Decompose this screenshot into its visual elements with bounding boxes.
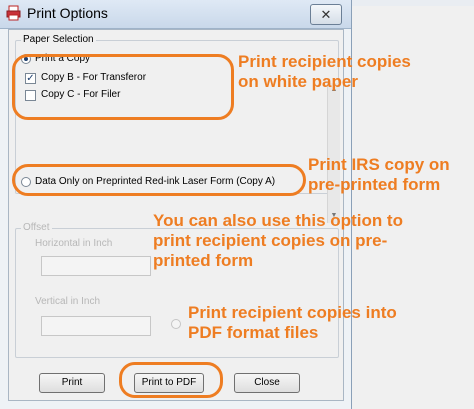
printer-app-icon	[6, 5, 21, 21]
callout-pdf: Print recipient copies into PDF format f…	[188, 303, 397, 343]
callout-line: Print recipient copies	[238, 52, 411, 71]
callout-line: You can also use this option to	[153, 211, 403, 230]
callout-line: pre-printed form	[308, 175, 441, 194]
offset-radio[interactable]	[171, 319, 181, 329]
callout-line: on white paper	[238, 72, 358, 91]
annotation-oval-print-pdf	[119, 362, 223, 398]
callout-irs-copy: Print IRS copy on pre-printed form	[308, 155, 450, 195]
callout-preprinted-option: You can also use this option to print re…	[153, 211, 403, 271]
window-title: Print Options	[27, 5, 108, 21]
horizontal-inch-input[interactable]	[41, 256, 151, 276]
horizontal-inch-label: Horizontal in Inch	[35, 238, 113, 249]
vertical-inch-input[interactable]	[41, 316, 151, 336]
callout-line: PDF format files	[188, 323, 319, 342]
vertical-inch-label: Vertical in Inch	[35, 296, 101, 307]
close-icon: ✕	[320, 7, 332, 22]
annotation-oval-print-copy	[12, 54, 234, 120]
callout-line: Print recipient copies into	[188, 303, 397, 322]
paper-selection-scrollbar[interactable]: ▲ ▼	[327, 83, 340, 223]
title-bar: Print Options ✕	[0, 0, 351, 29]
callout-white-paper: Print recipient copies on white paper	[238, 52, 411, 92]
window-close-button[interactable]: ✕	[310, 4, 342, 25]
callout-line: Print IRS copy on	[308, 155, 450, 174]
callout-line: print recipient copies on pre-	[153, 231, 388, 250]
print-button[interactable]: Print	[39, 373, 105, 393]
callout-line: printed form	[153, 251, 254, 270]
annotation-oval-data-only	[12, 164, 306, 196]
paper-selection-label: Paper Selection	[21, 34, 96, 45]
offset-label: Offset	[21, 222, 52, 233]
close-button[interactable]: Close	[234, 373, 300, 393]
